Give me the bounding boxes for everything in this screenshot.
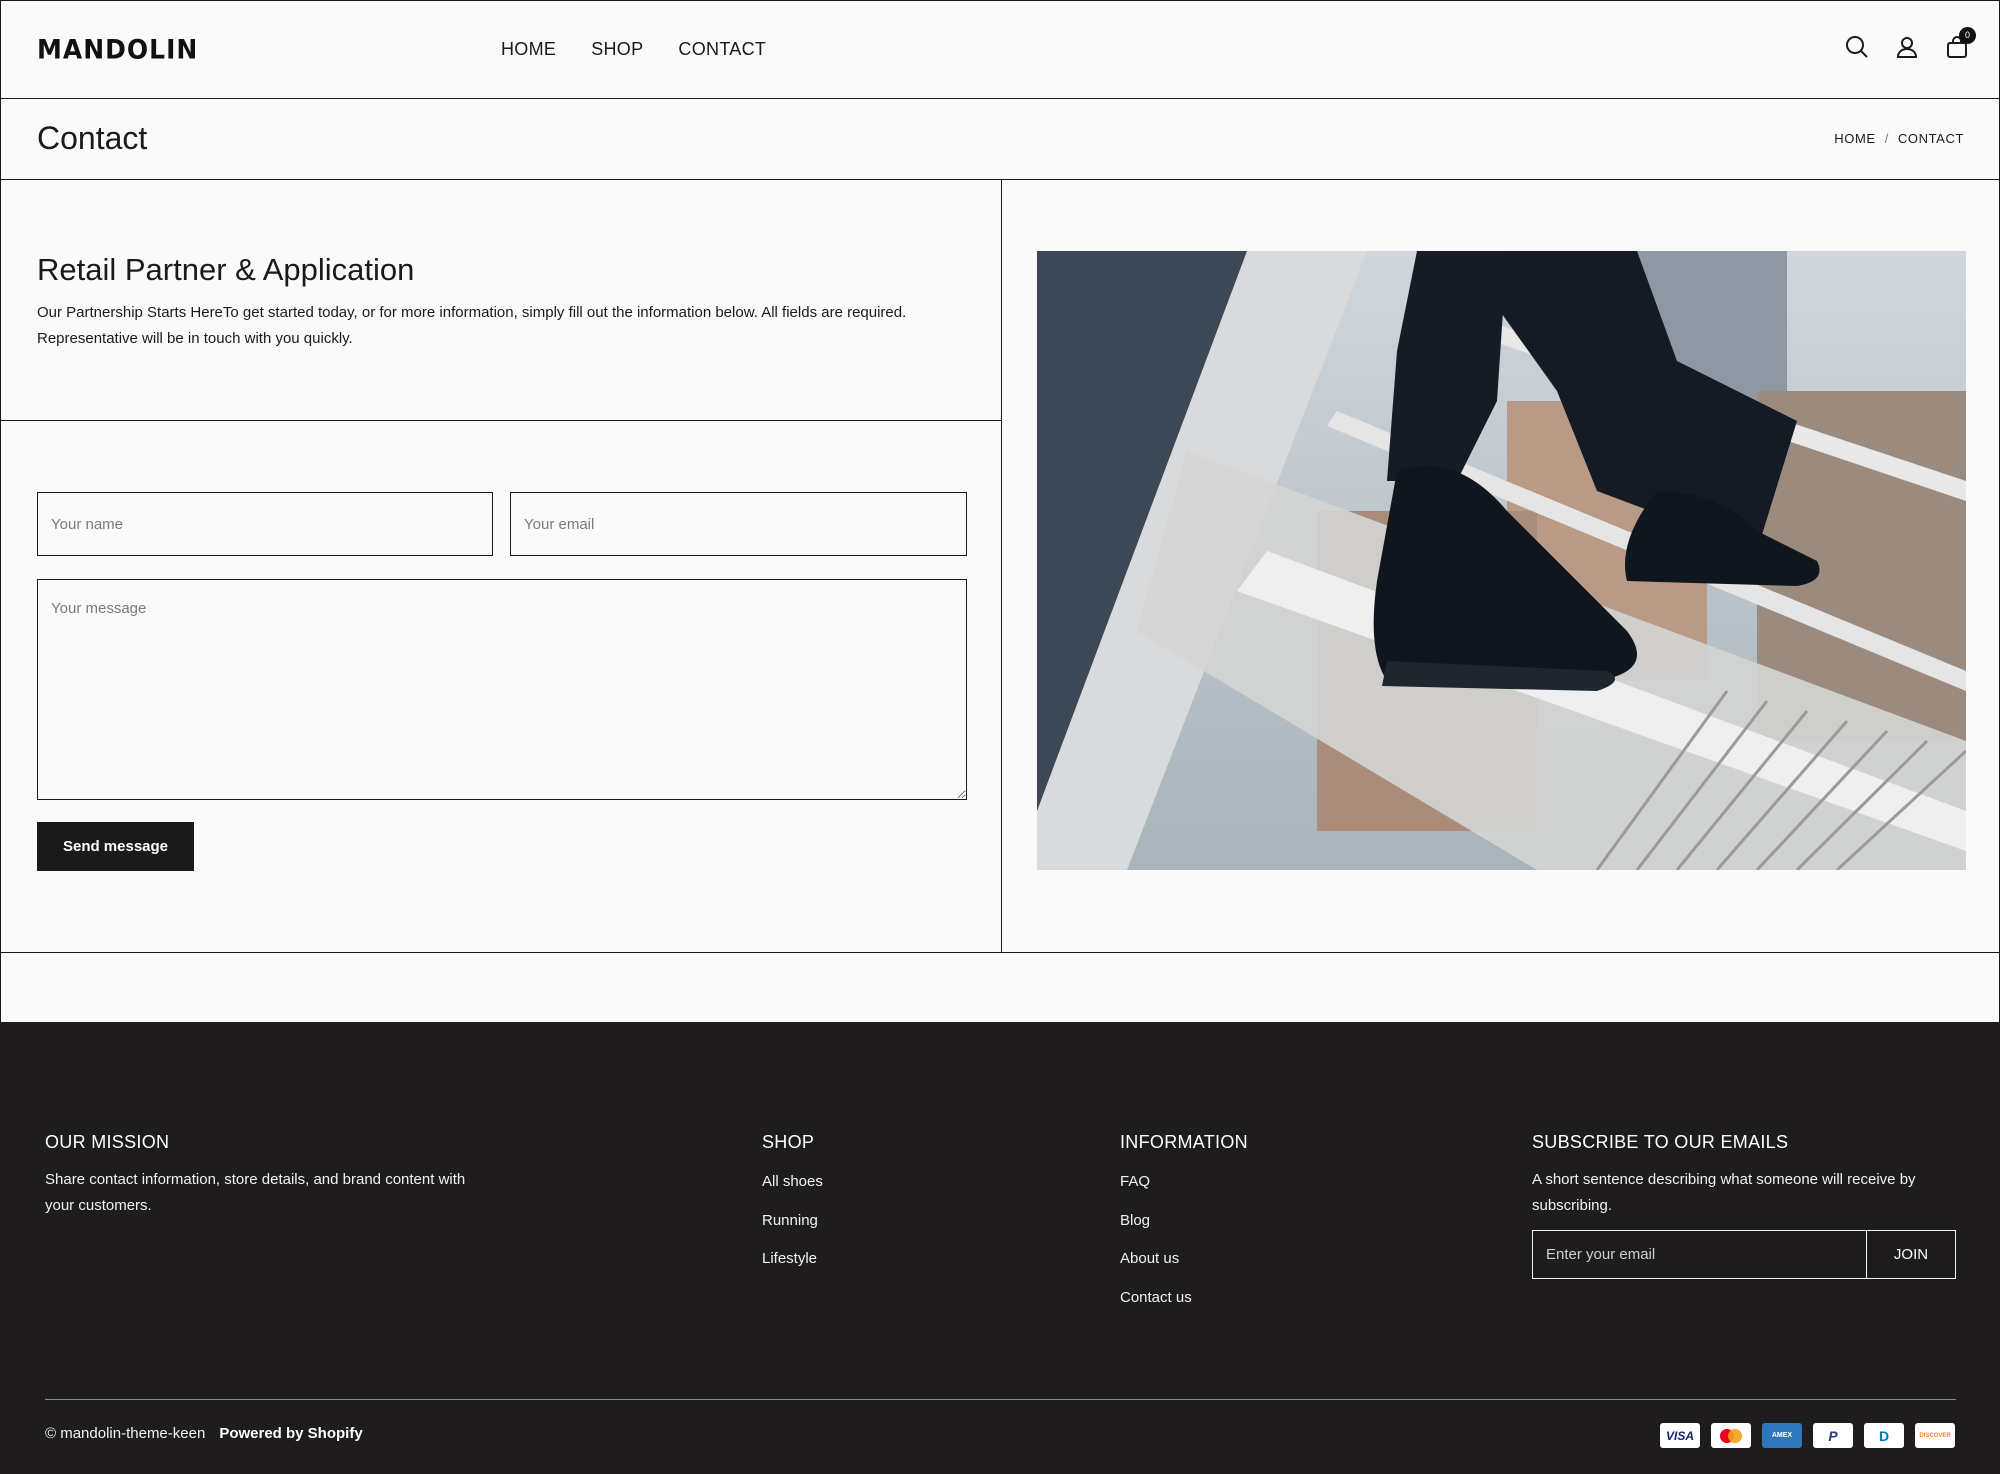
page: MANDOLIN HOME SHOP CONTACT 0 Contact HOM…	[0, 0, 2000, 1474]
email-field[interactable]	[510, 492, 967, 556]
footer-link[interactable]: About us	[1120, 1250, 1179, 1267]
copyright-text: © mandolin-theme-keen	[45, 1425, 206, 1442]
cart-icon[interactable]: 0	[1945, 27, 1976, 59]
main-nav: HOME SHOP CONTACT	[501, 39, 766, 60]
footer-shop: SHOP All shoes Running Lifestyle	[762, 1132, 823, 1289]
page-titlebar: Contact HOME / CONTACT	[0, 99, 2000, 180]
breadcrumb-home[interactable]: HOME	[1834, 131, 1875, 146]
footer-mission-text: Share contact information, store details…	[45, 1171, 466, 1214]
breadcrumb: HOME / CONTACT	[1834, 131, 1964, 146]
site-header: MANDOLIN HOME SHOP CONTACT 0	[0, 0, 2000, 99]
subscribe-form: JOIN	[1532, 1230, 1956, 1279]
footer-information: INFORMATION FAQ Blog About us Contact us	[1120, 1132, 1248, 1327]
footer-shop-heading: SHOP	[762, 1132, 815, 1152]
page-title: Contact	[37, 120, 148, 156]
nav-home[interactable]: HOME	[501, 39, 556, 60]
footer-link[interactable]: Contact us	[1120, 1289, 1192, 1306]
breadcrumb-current: CONTACT	[1897, 131, 1964, 146]
section-spacer	[0, 953, 2000, 1023]
sneaker-stairs-photo	[1037, 251, 1966, 870]
nav-contact[interactable]: CONTACT	[678, 39, 766, 60]
payment-icons: VISA AMEX P D DISCOVER	[1660, 1423, 1955, 1448]
intro-heading: Retail Partner & Application	[37, 252, 415, 287]
diners-icon: D	[1864, 1423, 1904, 1448]
footer-divider	[45, 1399, 1956, 1400]
footer-subscribe-heading: SUBSCRIBE TO OUR EMAILS	[1532, 1132, 1789, 1152]
footer-mission-heading: OUR MISSION	[45, 1132, 170, 1152]
cart-count-badge: 0	[1959, 27, 1976, 44]
mastercard-icon	[1711, 1423, 1751, 1448]
contact-section: Retail Partner & Application Our Partner…	[0, 180, 2000, 953]
message-field[interactable]	[37, 579, 967, 800]
send-message-button[interactable]: Send message	[37, 822, 194, 871]
contact-left-column: Retail Partner & Application Our Partner…	[1, 180, 1002, 952]
intro-text: Our Partnership Starts HereTo get starte…	[37, 304, 907, 347]
footer-subscribe: SUBSCRIBE TO OUR EMAILS A short sentence…	[1532, 1132, 1957, 1279]
amex-icon: AMEX	[1762, 1423, 1802, 1448]
footer-link[interactable]: All shoes	[762, 1173, 823, 1190]
footer-link[interactable]: FAQ	[1120, 1173, 1150, 1190]
footer-link[interactable]: Running	[762, 1212, 818, 1229]
subscribe-email-input[interactable]	[1533, 1231, 1866, 1278]
powered-by-link[interactable]: Powered by Shopify	[219, 1425, 362, 1442]
paypal-icon: P	[1813, 1423, 1853, 1448]
logo[interactable]: MANDOLIN	[37, 34, 198, 64]
discover-icon: DISCOVER	[1915, 1423, 1955, 1448]
footer-information-heading: INFORMATION	[1120, 1132, 1248, 1152]
join-button[interactable]: JOIN	[1866, 1231, 1955, 1278]
breadcrumb-separator: /	[1884, 131, 1889, 146]
search-icon[interactable]	[1845, 35, 1869, 59]
name-field[interactable]	[37, 492, 493, 556]
footer-subscribe-text: A short sentence describing what someone…	[1532, 1171, 1916, 1214]
footer-link[interactable]: Lifestyle	[762, 1250, 817, 1267]
site-footer: OUR MISSION Share contact information, s…	[0, 1022, 2000, 1474]
nav-shop[interactable]: SHOP	[591, 39, 643, 60]
header-icons: 0	[1845, 27, 1976, 59]
contact-right-column	[1002, 180, 1999, 952]
visa-icon: VISA	[1660, 1423, 1700, 1448]
footer-link[interactable]: Blog	[1120, 1212, 1150, 1229]
footer-mission: OUR MISSION Share contact information, s…	[45, 1132, 485, 1219]
account-icon[interactable]	[1895, 35, 1919, 59]
copyright: © mandolin-theme-keen Powered by Shopify	[45, 1425, 363, 1442]
contact-intro: Retail Partner & Application Our Partner…	[1, 180, 1001, 421]
